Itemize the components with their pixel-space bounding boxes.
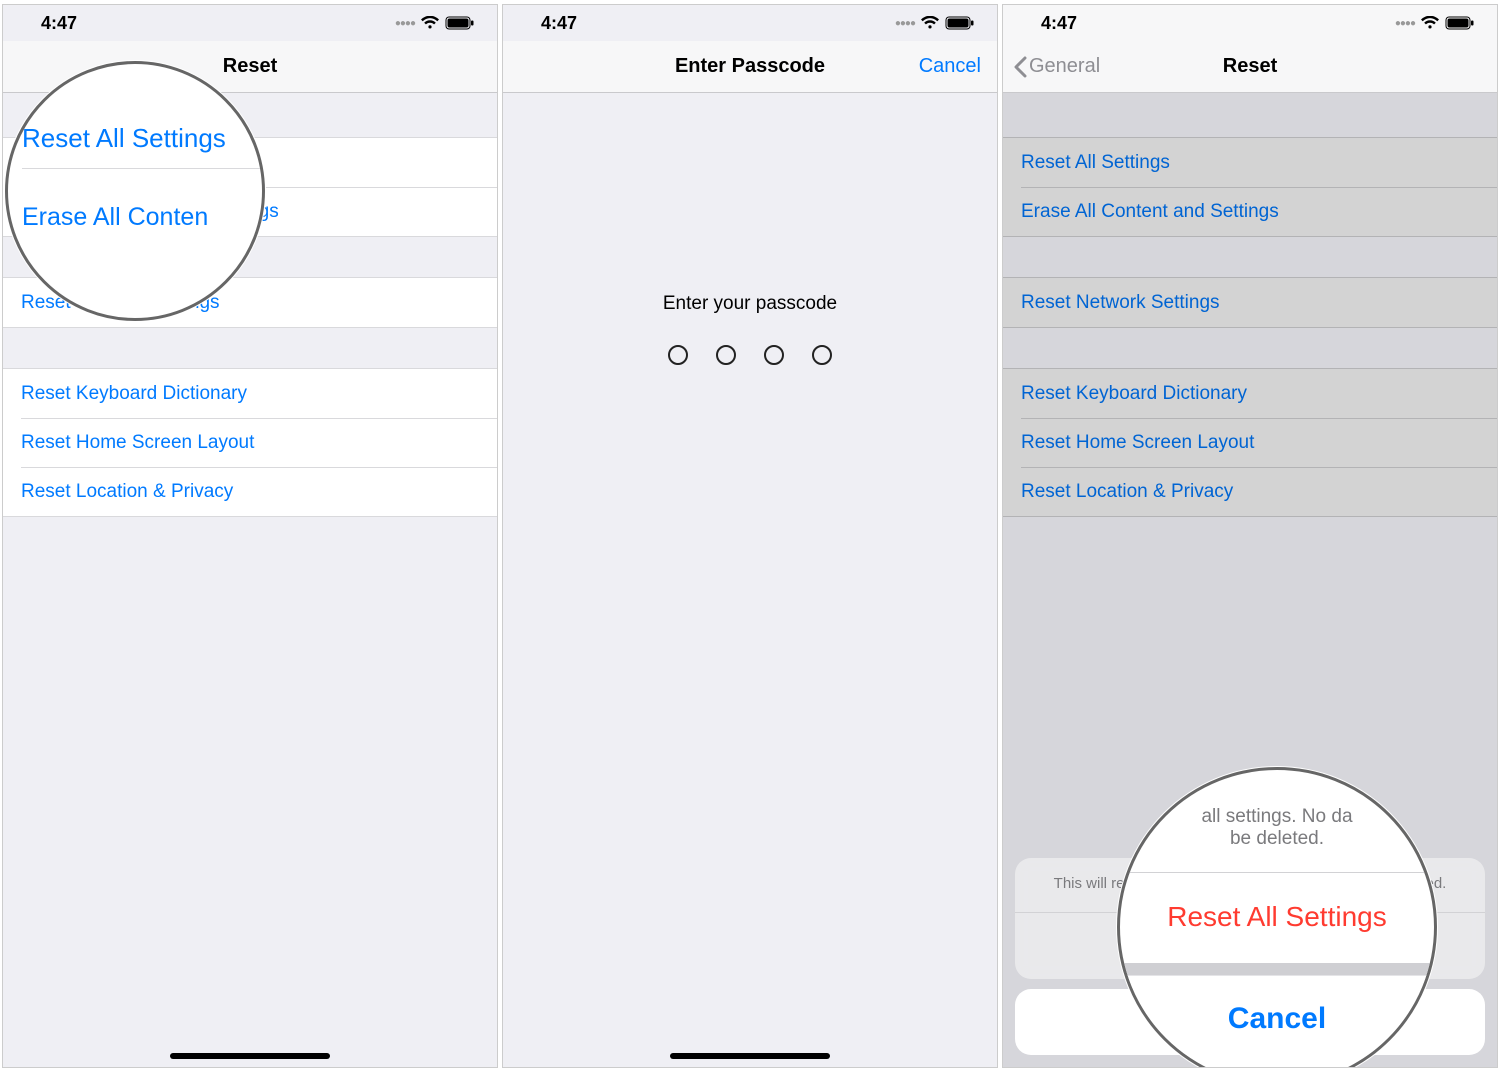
nav-bar: Reset <box>3 41 497 93</box>
status-bar: 4:47 ●●●● <box>503 5 997 41</box>
cancel-button[interactable]: Cancel <box>919 41 981 92</box>
nav-bar: General Reset <box>1003 41 1497 93</box>
passcode-dot <box>764 345 784 365</box>
back-label: General <box>1029 55 1100 78</box>
reset-list: Reset All Settings Erase All Content and… <box>1003 93 1497 1067</box>
wifi-icon <box>920 16 940 30</box>
row-reset-keyboard[interactable]: Reset Keyboard Dictionary <box>3 369 497 418</box>
wifi-icon <box>420 16 440 30</box>
pane-action-sheet: 4:47 ●●●● General Reset Reset All Settin… <box>1002 4 1498 1068</box>
reset-list: Reset All Settings Erase All Content and… <box>3 93 497 1067</box>
sheet-reset-button[interactable]: Reset All Settings <box>1015 913 1485 979</box>
status-bar: 4:47 ●●●● <box>3 5 497 41</box>
row-erase-all[interactable]: Erase All Content and Settings <box>3 187 497 236</box>
nav-bar: Enter Passcode Cancel <box>503 41 997 93</box>
row-reset-all-settings[interactable]: Reset All Settings <box>3 138 497 187</box>
sheet-message: This will reset all settings. No data or… <box>1015 858 1485 913</box>
pane-reset-list: 4:47 ●●●● Reset Reset All Settings Erase… <box>2 4 498 1068</box>
status-right: ●●●● <box>395 16 475 30</box>
nav-title: Enter Passcode <box>675 55 825 78</box>
passcode-dot <box>668 345 688 365</box>
sheet-cancel-button[interactable]: Cancel <box>1015 989 1485 1055</box>
home-indicator <box>170 1053 330 1059</box>
pane-passcode: 4:47 ●●●● Enter Passcode Cancel Enter yo… <box>502 4 998 1068</box>
status-right: ●●●● <box>895 16 975 30</box>
status-time: 4:47 <box>1041 13 1077 34</box>
signal-dots-icon: ●●●● <box>895 18 915 29</box>
row-reset-network[interactable]: Reset Network Settings <box>3 278 497 327</box>
signal-dots-icon: ●●●● <box>1395 18 1415 29</box>
passcode-dot <box>716 345 736 365</box>
passcode-content: Enter your passcode <box>503 93 997 1067</box>
status-bar: 4:47 ●●●● <box>1003 5 1497 41</box>
back-button[interactable]: General <box>1013 41 1100 92</box>
battery-icon <box>445 16 475 30</box>
battery-icon <box>1445 16 1475 30</box>
row-reset-home[interactable]: Reset Home Screen Layout <box>3 418 497 467</box>
passcode-prompt: Enter your passcode <box>503 293 997 315</box>
row-reset-location[interactable]: Reset Location & Privacy <box>3 467 497 516</box>
wifi-icon <box>1420 16 1440 30</box>
action-sheet: This will reset all settings. No data or… <box>1015 858 1485 1055</box>
status-time: 4:47 <box>41 13 77 34</box>
passcode-dot <box>812 345 832 365</box>
signal-dots-icon: ●●●● <box>395 18 415 29</box>
status-right: ●●●● <box>1395 16 1475 30</box>
home-indicator <box>670 1053 830 1059</box>
nav-title: Reset <box>223 55 277 78</box>
nav-title: Reset <box>1223 55 1277 78</box>
chevron-left-icon <box>1013 56 1027 78</box>
status-time: 4:47 <box>541 13 577 34</box>
battery-icon <box>945 16 975 30</box>
passcode-dots[interactable] <box>503 345 997 365</box>
